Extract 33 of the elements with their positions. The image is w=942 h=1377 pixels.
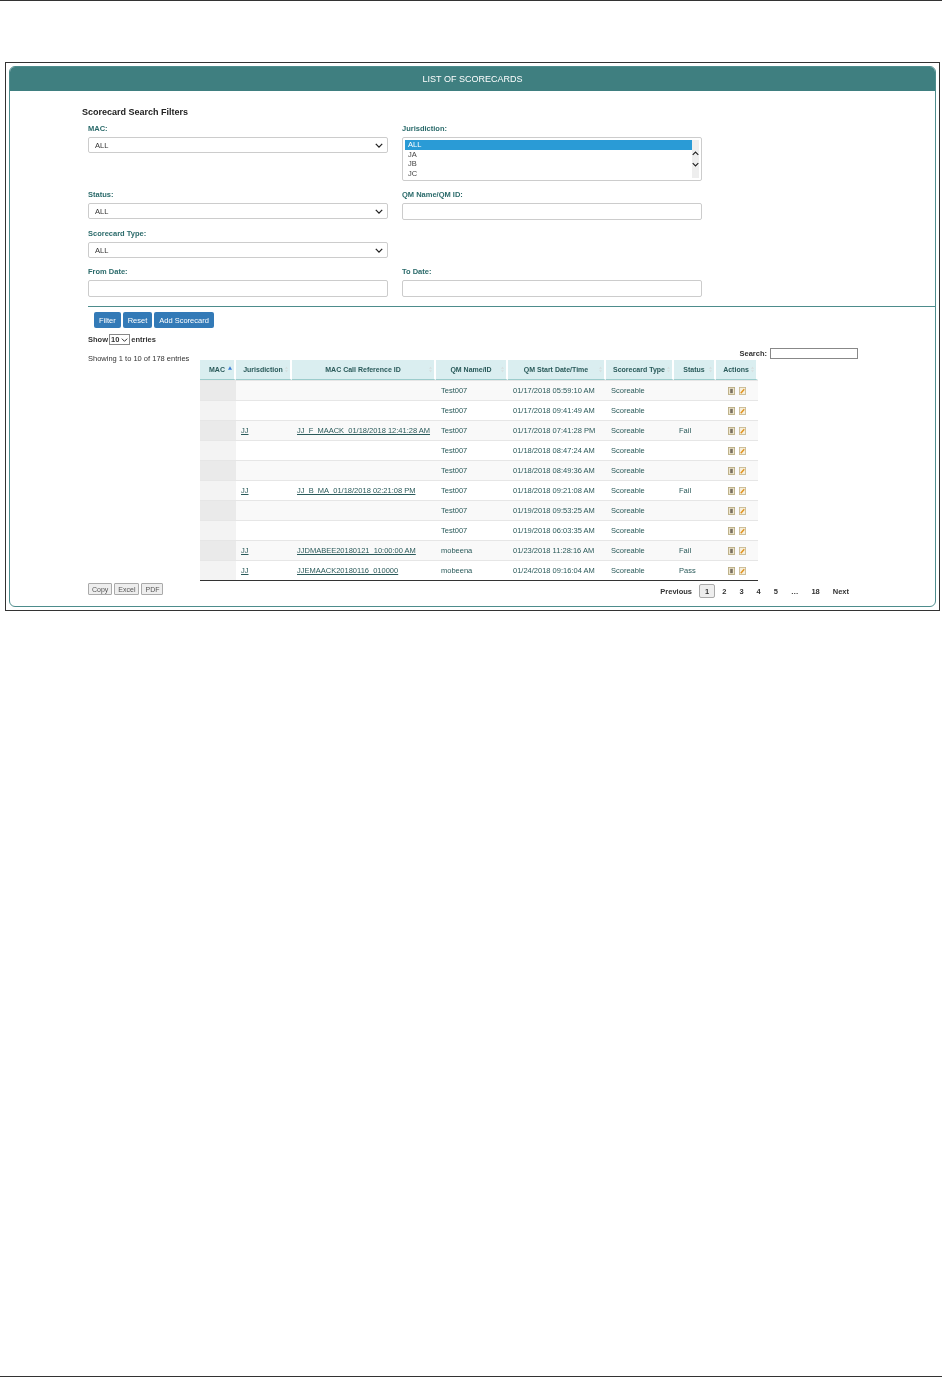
- pencil-icon[interactable]: [738, 527, 746, 535]
- clipboard-icon[interactable]: [728, 507, 736, 515]
- pencil-icon[interactable]: [738, 407, 746, 415]
- clipboard-icon[interactable]: [728, 547, 736, 555]
- filters-heading: Scorecard Search Filters: [82, 107, 190, 117]
- pencil-icon[interactable]: [738, 487, 746, 495]
- clipboard-icon[interactable]: [728, 447, 736, 455]
- pencil-icon[interactable]: [738, 567, 746, 575]
- chevron-down-icon: [375, 208, 383, 214]
- pencil-icon[interactable]: [738, 547, 746, 555]
- pencil-icon[interactable]: [738, 427, 746, 435]
- clipboard-icon[interactable]: [728, 567, 736, 575]
- clipboard-icon[interactable]: [728, 427, 736, 435]
- pencil-icon[interactable]: [738, 387, 746, 395]
- input-field[interactable]: [402, 203, 702, 220]
- clipboard-icon[interactable]: [728, 487, 736, 495]
- panel-title: LIST OF SCORECARDS: [10, 67, 935, 91]
- pencil-icon[interactable]: [738, 467, 746, 475]
- pencil-icon[interactable]: [738, 507, 746, 515]
- input-field[interactable]: [402, 280, 702, 297]
- chevron-down-icon: [121, 337, 129, 342]
- chevron-up-icon[interactable]: [692, 151, 699, 156]
- clipboard-icon[interactable]: [728, 527, 736, 535]
- chevron-down-icon: [375, 247, 383, 253]
- search-field[interactable]: [770, 348, 858, 359]
- input-field[interactable]: [88, 280, 388, 297]
- chevron-down-icon[interactable]: [692, 162, 699, 167]
- clipboard-icon[interactable]: [728, 407, 736, 415]
- clipboard-icon[interactable]: [728, 387, 736, 395]
- clipboard-icon[interactable]: [728, 467, 736, 475]
- scrollbar[interactable]: [692, 140, 699, 178]
- chevron-down-icon: [375, 142, 383, 148]
- pencil-icon[interactable]: [738, 447, 746, 455]
